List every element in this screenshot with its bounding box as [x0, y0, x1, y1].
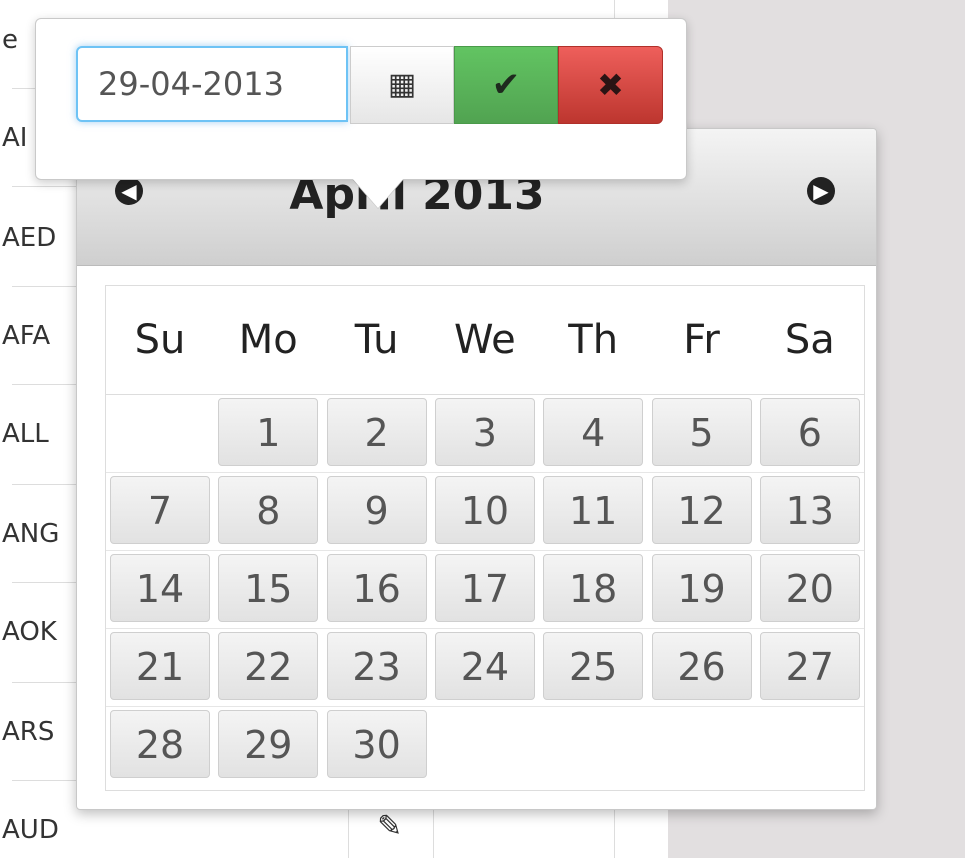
calendar-day[interactable]: 9: [326, 476, 427, 544]
weekday-header: Fr: [683, 317, 720, 363]
arrow-right-icon[interactable]: ▶: [807, 177, 835, 205]
calendar-day[interactable]: 20: [759, 554, 860, 622]
calendar-day[interactable]: 29: [218, 710, 319, 778]
datepicker-dropdown: ◀ April 2013 ▶ Su Mo Tu We Th Fr Sa 1 2 3 4 5 6 7 8 9 10…: [76, 128, 877, 810]
calendar-day[interactable]: 25: [543, 632, 644, 700]
calendar-button[interactable]: ▦: [350, 46, 454, 124]
week-row-divider: [106, 472, 864, 473]
datepicker-grid: Su Mo Tu We Th Fr Sa 1 2 3 4 5 6 7 8 9 10 11 12 13 14 15 16 17 1…: [105, 285, 865, 791]
calendar-day[interactable]: 12: [651, 476, 752, 544]
calendar-day[interactable]: 10: [434, 476, 535, 544]
popover-arrow: [352, 178, 404, 208]
calendar-day[interactable]: 22: [218, 632, 319, 700]
calendar-day[interactable]: 3: [434, 398, 535, 466]
calendar-day[interactable]: 24: [434, 632, 535, 700]
calendar-day[interactable]: 23: [326, 632, 427, 700]
close-icon: ✖: [597, 66, 624, 104]
calendar-day[interactable]: 14: [110, 554, 210, 622]
calendar-day[interactable]: 17: [434, 554, 535, 622]
weekday-header: We: [453, 317, 516, 363]
calendar-day[interactable]: 7: [110, 476, 210, 544]
calendar-day[interactable]: 28: [110, 710, 210, 778]
table-cell-edit: ✎: [348, 805, 434, 858]
calendar-day[interactable]: 26: [651, 632, 752, 700]
calendar-icon: ▦: [387, 67, 417, 102]
calendar-day[interactable]: 1: [218, 398, 319, 466]
confirm-button[interactable]: ✔: [454, 46, 558, 124]
week-row-divider: [106, 550, 864, 551]
weekday-header: Th: [568, 317, 619, 363]
calendar-day[interactable]: 19: [651, 554, 752, 622]
weekday-divider: [106, 394, 864, 395]
weekday-header: Su: [134, 317, 186, 363]
table-cell-code: AUD: [2, 815, 59, 845]
calendar-day[interactable]: 18: [543, 554, 644, 622]
pencil-icon[interactable]: ✎: [377, 809, 402, 844]
check-icon: ✔: [491, 65, 521, 105]
calendar-day[interactable]: 15: [218, 554, 319, 622]
date-input[interactable]: 29-04-2013: [76, 46, 348, 122]
calendar-day[interactable]: 13: [759, 476, 860, 544]
calendar-day[interactable]: 30: [326, 710, 427, 778]
cancel-button[interactable]: ✖: [558, 46, 663, 124]
weekday-header: Sa: [784, 317, 835, 363]
calendar-day[interactable]: 16: [326, 554, 427, 622]
week-row-divider: [106, 706, 864, 707]
calendar-day[interactable]: 11: [543, 476, 644, 544]
calendar-day[interactable]: 2: [326, 398, 427, 466]
calendar-day[interactable]: 8: [218, 476, 319, 544]
calendar-day[interactable]: 21: [110, 632, 210, 700]
calendar-day[interactable]: 4: [543, 398, 644, 466]
week-row-divider: [106, 628, 864, 629]
weekday-header: Mo: [238, 317, 298, 363]
calendar-day[interactable]: 27: [759, 632, 860, 700]
calendar-day[interactable]: 5: [651, 398, 752, 466]
calendar-day[interactable]: 6: [759, 398, 860, 466]
weekday-header: Tu: [354, 317, 399, 363]
